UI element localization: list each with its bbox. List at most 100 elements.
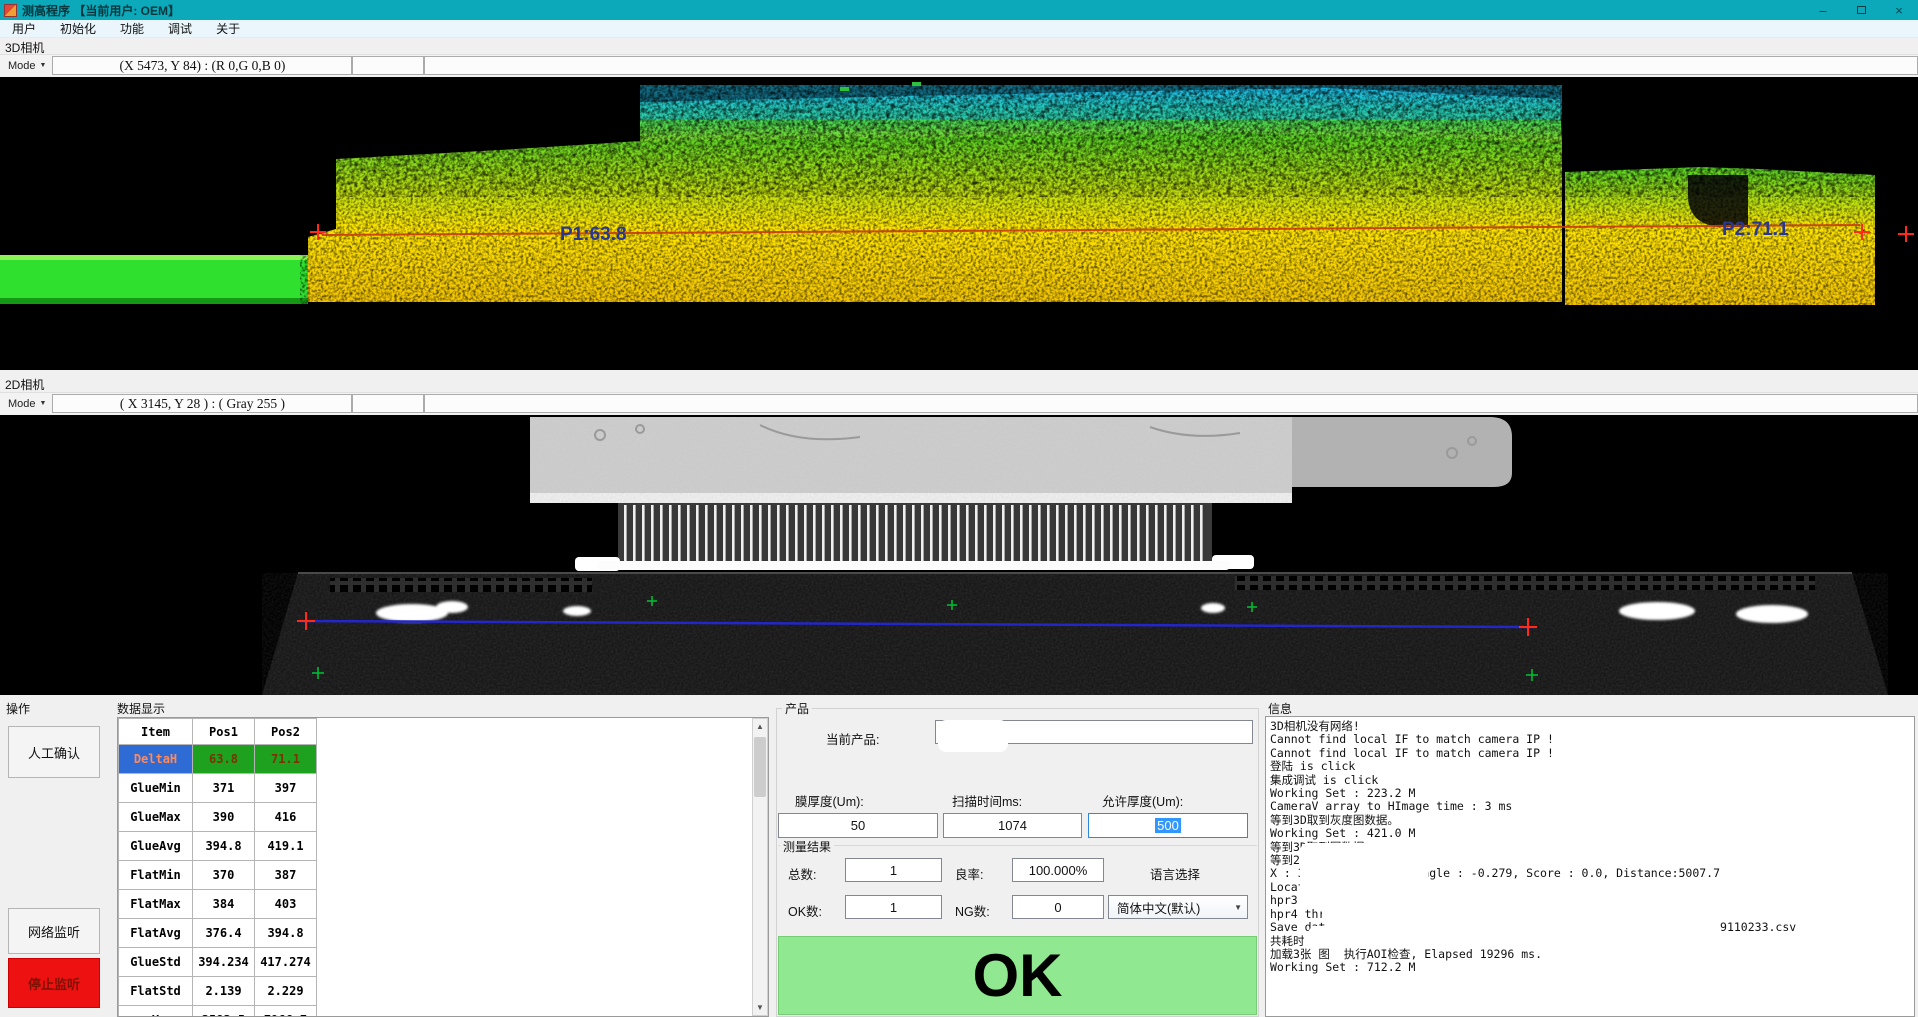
menu-bar: 用户初始化功能调试关于	[0, 20, 1918, 38]
total-input[interactable]: 1	[845, 858, 942, 882]
scan-time-label: 扫描时间ms:	[952, 791, 1022, 810]
table-row[interactable]: FlatAvg 376.4 394.8	[119, 919, 317, 948]
cell-item[interactable]: FlatStd	[119, 977, 193, 1006]
film-thickness-input[interactable]: 50	[778, 813, 938, 838]
column-header-pos2[interactable]: Pos2	[255, 719, 317, 745]
cell-pos2[interactable]: 2.229	[255, 977, 317, 1006]
allow-thickness-label: 允许厚度(Um):	[1102, 791, 1183, 810]
cell-pos1[interactable]: 2.139	[193, 977, 255, 1006]
window-title: 测高程序 【当前用户: OEM】	[22, 2, 180, 19]
table-row[interactable]: GlueStd 394.234 417.274	[119, 948, 317, 977]
measurement-section-label: 测量结果	[780, 838, 834, 855]
cell-pos1[interactable]: 394.8	[193, 832, 255, 861]
cell-pos2[interactable]: 416	[255, 803, 317, 832]
cell-pos1[interactable]: 390	[193, 803, 255, 832]
camera2d-status-cell-3	[424, 394, 1918, 413]
cell-pos1[interactable]: 384	[193, 890, 255, 919]
scroll-thumb[interactable]	[754, 737, 766, 797]
close-button[interactable]: ×	[1880, 0, 1918, 20]
cell-pos2[interactable]: 403	[255, 890, 317, 919]
table-row[interactable]: DeltaH 63.8 71.1	[119, 745, 317, 774]
cell-pos2[interactable]: 7966.7	[255, 1006, 317, 1017]
camera3d-status-cell-2	[352, 56, 424, 75]
scroll-down-icon[interactable]: ▼	[756, 1000, 764, 1015]
log-line: 3D相机没有网络!	[1270, 720, 1914, 733]
menu-item[interactable]: 调试	[156, 20, 204, 37]
table-row[interactable]: GlueAvg 394.8 419.1	[119, 832, 317, 861]
log-line: 登陆 is click	[1270, 760, 1914, 773]
menu-item[interactable]: 关于	[204, 20, 252, 37]
operation-section-label: 操作	[6, 700, 30, 717]
network-listen-button[interactable]: 网络监听	[8, 908, 100, 954]
cell-pos2[interactable]: 71.1	[255, 745, 317, 774]
cell-pos2[interactable]: 417.274	[255, 948, 317, 977]
table-row[interactable]: FlatStd 2.139 2.229	[119, 977, 317, 1006]
cell-pos2[interactable]: 394.8	[255, 919, 317, 948]
column-header-item[interactable]: Item	[119, 719, 193, 745]
maximize-button[interactable]	[1842, 0, 1880, 20]
table-row[interactable]: X 2583.5 7966.7	[119, 1006, 317, 1017]
allow-thickness-input[interactable]: 500	[1088, 813, 1248, 838]
language-select-label: 语言选择	[1150, 864, 1200, 883]
cell-pos1[interactable]: 394.234	[193, 948, 255, 977]
menu-item[interactable]: 初始化	[48, 20, 108, 37]
table-scrollbar[interactable]: ▲ ▼	[752, 718, 768, 1016]
cell-item[interactable]: DeltaH	[119, 745, 193, 774]
cell-pos1[interactable]: 370	[193, 861, 255, 890]
table-row[interactable]: FlatMin 370 387	[119, 861, 317, 890]
manual-confirm-button[interactable]: 人工确认	[8, 726, 100, 778]
yield-input[interactable]: 100.000%	[1012, 858, 1104, 882]
cell-pos1[interactable]: 376.4	[193, 919, 255, 948]
chevron-down-icon: ▼	[40, 62, 47, 69]
camera2d-pixel-status: ( X 3145, Y 28 ) : ( Gray 255 )	[52, 394, 352, 413]
stop-listen-button[interactable]: 停止监听	[8, 958, 100, 1008]
cell-pos1[interactable]: 2583.5	[193, 1006, 255, 1017]
log-line: Working Set : 421.0 M	[1270, 827, 1914, 840]
camera3d-mode-button[interactable]: Mode ▼	[2, 56, 52, 76]
cell-item[interactable]: GlueMax	[119, 803, 193, 832]
camera2d-status-cell-2	[352, 394, 424, 413]
camera3d-image[interactable]: P1:63.8 P2:71.1	[0, 77, 1918, 370]
column-header-pos1[interactable]: Pos1	[193, 719, 255, 745]
camera3d-status-cell-3	[424, 56, 1918, 75]
table-row[interactable]: GlueMax 390 416	[119, 803, 317, 832]
scroll-up-icon[interactable]: ▲	[756, 719, 764, 734]
camera2d-mode-button[interactable]: Mode ▼	[2, 394, 52, 414]
cell-pos2[interactable]: 419.1	[255, 832, 317, 861]
scan-time-input[interactable]: 1074	[943, 813, 1082, 838]
current-product-label: 当前产品:	[826, 729, 879, 748]
cell-item[interactable]: GlueMin	[119, 774, 193, 803]
camera2d-image[interactable]	[0, 415, 1918, 695]
redaction-blob	[1322, 903, 1750, 922]
log-line: 集成调试 is click	[1270, 774, 1914, 787]
result-banner: OK	[778, 936, 1257, 1015]
cell-item[interactable]: X	[119, 1006, 193, 1017]
log-line: Save dat 9110233.csv	[1270, 921, 1914, 934]
log-line: Working Set : 223.2 M	[1270, 787, 1914, 800]
cell-item[interactable]: FlatMin	[119, 861, 193, 890]
data-display-section-label: 数据显示	[117, 700, 165, 717]
cell-item[interactable]: GlueAvg	[119, 832, 193, 861]
table-row[interactable]: GlueMin 371 397	[119, 774, 317, 803]
cell-pos2[interactable]: 387	[255, 861, 317, 890]
cell-pos1[interactable]: 63.8	[193, 745, 255, 774]
cell-item[interactable]: FlatMax	[119, 890, 193, 919]
language-select[interactable]: 简体中文(默认) ▼	[1108, 895, 1248, 919]
menu-item[interactable]: 用户	[0, 20, 48, 37]
table-row[interactable]: FlatMax 384 403	[119, 890, 317, 919]
yield-label: 良率:	[955, 864, 983, 883]
ok-count-input[interactable]: 1	[845, 895, 942, 919]
cell-item[interactable]: FlatAvg	[119, 919, 193, 948]
ng-count-input[interactable]: 0	[1012, 895, 1104, 919]
menu-item[interactable]: 功能	[108, 20, 156, 37]
title-bar: 测高程序 【当前用户: OEM】 – ×	[0, 0, 1918, 20]
camera2d-section-label: 2D相机	[5, 376, 44, 393]
total-label: 总数:	[788, 864, 816, 883]
cell-pos1[interactable]: 371	[193, 774, 255, 803]
log-line: 加载3张 图 执行AOI检查, Elapsed 19296 ms.	[1270, 948, 1914, 961]
cell-pos2[interactable]: 397	[255, 774, 317, 803]
cell-item[interactable]: GlueStd	[119, 948, 193, 977]
minimize-button[interactable]: –	[1804, 0, 1842, 20]
camera2d-toolbar: Mode ▼ ( X 3145, Y 28 ) : ( Gray 255 )	[0, 392, 1918, 414]
maximize-icon	[1857, 6, 1866, 14]
